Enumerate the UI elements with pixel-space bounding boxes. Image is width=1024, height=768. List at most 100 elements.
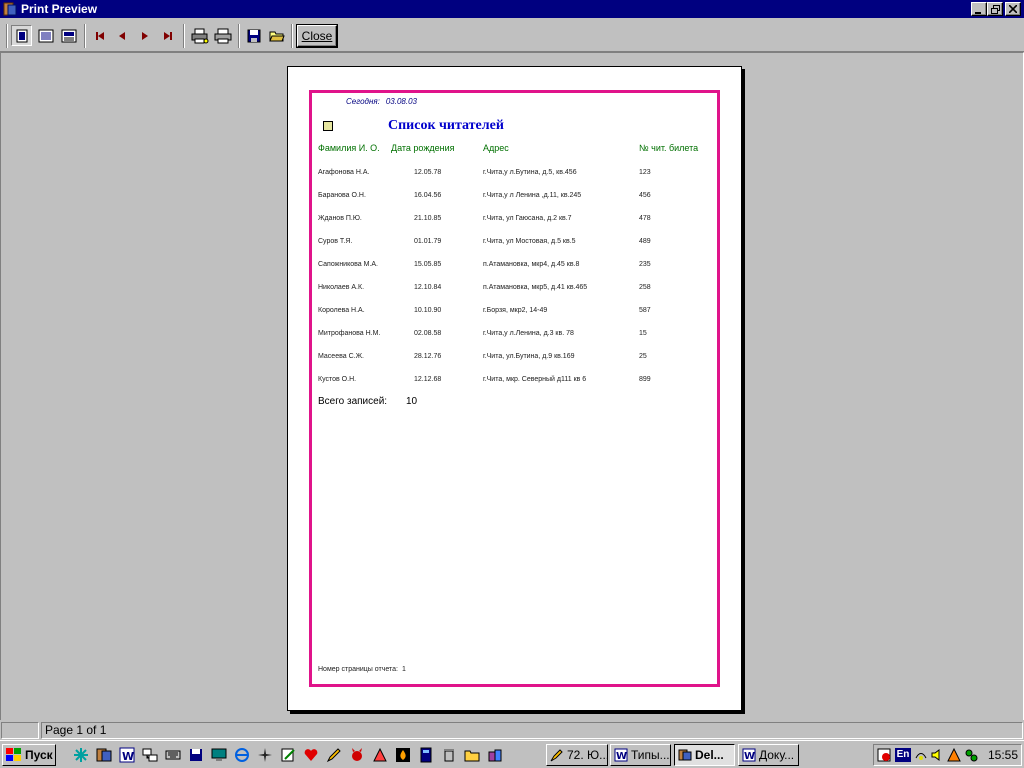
cell-name: Сапожникова М.А. — [318, 261, 378, 268]
cell-ticket: 123 — [639, 169, 651, 176]
task-button-3[interactable]: Del... — [674, 744, 735, 766]
column-header-name: Фамилия И. О. — [318, 143, 380, 153]
cell-name: Суров Т.Я. — [318, 238, 353, 245]
next-page-icon — [141, 31, 148, 40]
cell-ticket: 587 — [639, 307, 651, 314]
cell-address: г.Чита, мкр. Северный д111 кв 6 — [483, 376, 587, 383]
report-frame: Сегодня: 03.08.03 Список читателей Фамили… — [309, 90, 720, 687]
desktop-icon[interactable] — [211, 747, 227, 763]
cell-birthdate: 16.04.56 — [414, 192, 442, 199]
word-document-icon: W — [614, 748, 628, 762]
restore-icon — [990, 5, 1000, 14]
window-title: Print Preview — [21, 2, 98, 16]
report-band-icon — [323, 121, 333, 131]
whole-page-button[interactable] — [11, 25, 32, 46]
cell-birthdate: 12.12.68 — [414, 376, 442, 383]
cell-birthdate: 10.10.90 — [414, 307, 442, 314]
cell-ticket: 15 — [639, 330, 647, 337]
packages-icon[interactable] — [487, 747, 503, 763]
save-disk-icon[interactable] — [188, 747, 204, 763]
next-page-button[interactable] — [134, 25, 155, 46]
svg-text:W: W — [616, 751, 627, 762]
printer-setup-button[interactable] — [189, 25, 210, 46]
paint-tray-icon[interactable] — [947, 748, 961, 762]
close-icon — [1008, 4, 1018, 14]
table-row: Жданов П.Ю. 21.10.85 г.Чита, ул Гаюсана,… — [312, 215, 712, 225]
report-page: Сегодня: 03.08.03 Список читателей Фамили… — [287, 66, 742, 711]
language-indicator[interactable]: En — [895, 748, 911, 762]
internet-explorer-icon[interactable] — [234, 747, 250, 763]
table-row: Королева Н.А. 10.10.90 г.Борзя, мкр2, 14… — [312, 307, 712, 317]
notepad-pencil-icon[interactable] — [280, 747, 296, 763]
mahjong-icon[interactable] — [372, 747, 388, 763]
keyboard-icon[interactable] — [165, 747, 181, 763]
pen-icon[interactable] — [326, 747, 342, 763]
start-button[interactable]: Пуск — [2, 744, 56, 766]
preview-area[interactable]: Сегодня: 03.08.03 Список читателей Фамили… — [0, 52, 1024, 720]
close-button[interactable]: Close — [297, 25, 337, 47]
word-launcher-icon[interactable]: W — [119, 747, 135, 763]
total-records-value: 10 — [406, 396, 418, 407]
cell-name: Митрофанова Н.М. — [318, 330, 381, 337]
svg-text:W: W — [744, 751, 755, 762]
page-number-label: Номер страницы отчета: — [318, 666, 398, 673]
svg-text:W: W — [122, 750, 134, 763]
delphi-launcher-icon[interactable] — [96, 747, 112, 763]
start-label: Пуск — [25, 748, 53, 762]
fire-icon[interactable] — [395, 747, 411, 763]
calculator-icon[interactable] — [418, 747, 434, 763]
floppy-disk-icon — [247, 29, 260, 42]
task-button-4[interactable]: W Доку... — [738, 744, 799, 766]
column-header-birthdate: Дата рождения — [391, 143, 455, 153]
last-page-icon — [163, 31, 172, 40]
printer-setup-icon — [191, 28, 208, 43]
connection-icon[interactable] — [914, 748, 928, 762]
toolbar-separator — [291, 24, 293, 48]
total-records-label: Всего записей: — [318, 396, 388, 407]
cell-ticket: 478 — [639, 215, 651, 222]
table-row: Митрофанова Н.М. 02.08.58 г.Чита,у л.Лен… — [312, 330, 712, 340]
title-bar[interactable]: Print Preview — [0, 0, 1024, 18]
table-row: Суров Т.Я. 01.01.79 г.Чита, ул Мостовая,… — [312, 238, 712, 248]
restore-button[interactable] — [987, 2, 1003, 16]
last-page-button[interactable] — [157, 25, 178, 46]
network-icon[interactable] — [142, 747, 158, 763]
scheduler-icon[interactable] — [877, 748, 891, 762]
page-width-button[interactable] — [35, 25, 56, 46]
delphi-app-icon — [3, 2, 17, 16]
minimize-button[interactable] — [971, 2, 987, 16]
task-label-2: Типы... — [631, 748, 670, 762]
column-header-address: Адрес — [483, 143, 509, 153]
task-button-2[interactable]: W Типы... — [610, 744, 671, 766]
game-devil-icon[interactable] — [349, 747, 365, 763]
zoom-100-button[interactable] — [58, 25, 79, 46]
whole-page-icon — [16, 29, 27, 42]
volume-icon[interactable] — [930, 748, 944, 762]
toolbar-separator — [84, 24, 86, 48]
cell-birthdate: 02.08.58 — [414, 330, 442, 337]
hearts-icon[interactable] — [303, 747, 319, 763]
cell-name: Агафонова Н.А. — [318, 169, 370, 176]
explorer-folder-icon[interactable] — [464, 747, 480, 763]
cell-address: г.Чита,у л.Бутина, д.5, кв.456 — [483, 169, 577, 176]
open-report-button[interactable] — [266, 25, 287, 46]
print-button[interactable] — [212, 25, 233, 46]
spark-icon[interactable] — [257, 747, 273, 763]
cell-birthdate: 28.12.76 — [414, 353, 442, 360]
window-close-button[interactable] — [1005, 2, 1021, 16]
cell-address: г.Чита,у л Ленина ,д.11, кв.245 — [483, 192, 582, 199]
page-number-footer: Номер страницы отчета: 1 — [318, 666, 406, 673]
cell-address: п.Атамановка, мкр5, д.41 кв.465 — [483, 284, 588, 291]
clock[interactable]: 15:55 — [988, 748, 1018, 762]
page-width-icon — [38, 29, 53, 42]
asterisk-app-icon[interactable] — [73, 747, 89, 763]
first-page-button[interactable] — [89, 25, 110, 46]
windows-logo-icon — [6, 748, 21, 761]
task-button-1[interactable]: 72. Ю... — [546, 744, 608, 766]
trash-icon[interactable] — [441, 747, 457, 763]
previous-page-button[interactable] — [111, 25, 132, 46]
toolbar: Close — [0, 18, 1024, 52]
previous-page-icon — [118, 31, 125, 40]
save-report-button[interactable] — [243, 25, 264, 46]
settings-gears-icon[interactable] — [964, 748, 978, 762]
